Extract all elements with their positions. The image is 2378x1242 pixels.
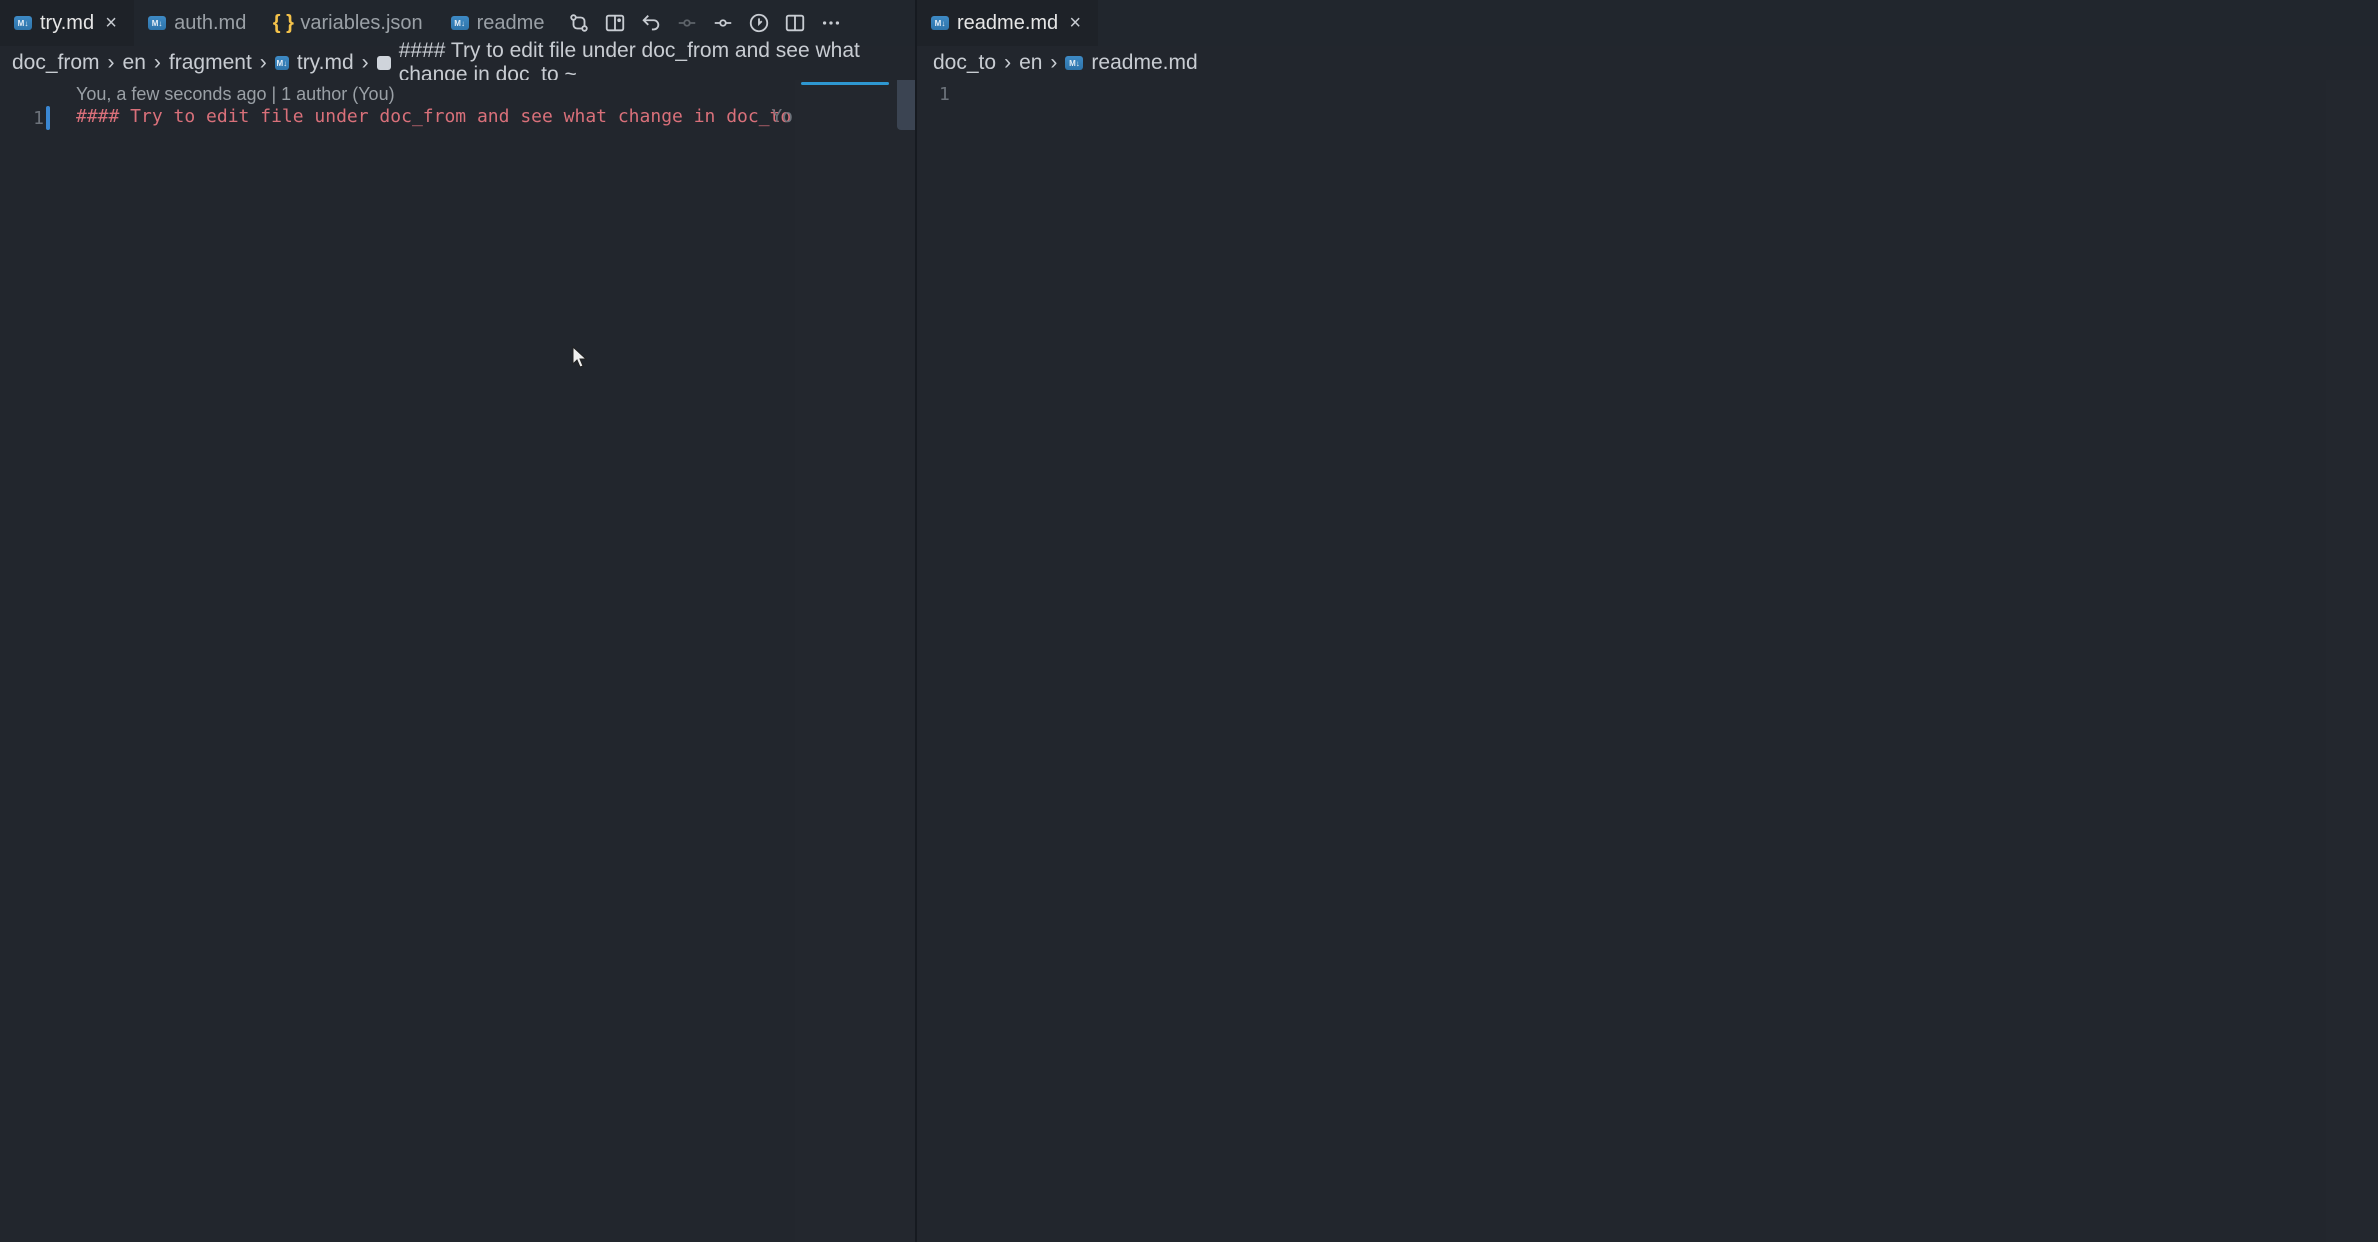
- tab-close-button[interactable]: ×: [1066, 14, 1084, 32]
- tab-label: try.md: [40, 12, 94, 35]
- breadcrumb-segment[interactable]: doc_to: [933, 51, 996, 75]
- tab-label: readme.md: [957, 12, 1058, 35]
- chevron-right-icon: ›: [1050, 51, 1057, 75]
- markdown-icon: M↓: [931, 16, 949, 30]
- undo-icon[interactable]: [640, 12, 662, 34]
- breadcrumb-file[interactable]: try.md: [297, 51, 354, 75]
- breadcrumb-segment[interactable]: en: [123, 51, 146, 75]
- tabbar-right: M↓ readme.md ×: [917, 0, 2378, 46]
- tab-try-md[interactable]: M↓ try.md ×: [0, 0, 134, 46]
- minimap-right[interactable]: [2326, 80, 2378, 1242]
- tab-label: auth.md: [174, 12, 246, 35]
- minimap-left[interactable]: [795, 80, 915, 1242]
- chevron-right-icon: ›: [154, 51, 161, 75]
- line-number: 1: [22, 106, 44, 130]
- editor-right[interactable]: 1: [917, 80, 2378, 1242]
- breadcrumb-right: doc_to › en › M↓ readme.md: [917, 46, 2378, 80]
- markdown-icon: M↓: [148, 16, 166, 30]
- editor-left[interactable]: You, a few seconds ago | 1 author (You) …: [0, 80, 915, 1242]
- git-compare-icon[interactable]: [568, 12, 590, 34]
- heading-symbol-icon: [377, 56, 391, 70]
- gutter-change-marker: [46, 106, 50, 130]
- inline-blame-hint: Yo: [771, 106, 793, 127]
- breadcrumb-segment[interactable]: doc_from: [12, 51, 100, 75]
- tab-label: variables.json: [300, 12, 422, 35]
- chevron-right-icon: ›: [260, 51, 267, 75]
- gitlens-blame-annotation: You, a few seconds ago | 1 author (You): [76, 84, 395, 105]
- breadcrumb-left: doc_from › en › fragment › M↓ try.md › #…: [0, 46, 915, 80]
- commit-next-icon[interactable]: [712, 12, 734, 34]
- tab-auth-md[interactable]: M↓ auth.md: [134, 0, 260, 46]
- chevron-right-icon: ›: [108, 51, 115, 75]
- commit-prev-icon[interactable]: [676, 12, 698, 34]
- line-number-gutter: 1: [22, 106, 44, 130]
- editor-group-left: M↓ try.md × M↓ auth.md { } variables.jso…: [0, 0, 915, 1242]
- markdown-icon: M↓: [275, 56, 289, 70]
- json-icon: { }: [274, 14, 292, 32]
- tab-readme-md[interactable]: M↓ readme.md ×: [917, 0, 1098, 46]
- tab-label: readme: [477, 12, 545, 35]
- more-actions-icon[interactable]: [820, 12, 842, 34]
- split-editor-icon[interactable]: [784, 12, 806, 34]
- editor-group-right: M↓ readme.md × doc_to › en › M↓ readme.m…: [917, 0, 2378, 1242]
- tab-close-button[interactable]: ×: [102, 14, 120, 32]
- minimap-content-indicator: [801, 82, 889, 85]
- code-line[interactable]: #### Try to edit file under doc_from and…: [76, 106, 813, 127]
- editor-toolbar: [558, 12, 852, 34]
- breadcrumb-segment[interactable]: en: [1019, 51, 1042, 75]
- markdown-icon: M↓: [14, 16, 32, 30]
- minimap-viewport[interactable]: [897, 80, 915, 130]
- markdown-icon: M↓: [451, 16, 469, 30]
- breadcrumb-segment[interactable]: fragment: [169, 51, 252, 75]
- markdown-icon: M↓: [1065, 56, 1083, 70]
- line-number: 1: [939, 84, 950, 105]
- chevron-right-icon: ›: [362, 51, 369, 75]
- run-icon[interactable]: [748, 12, 770, 34]
- chevron-right-icon: ›: [1004, 51, 1011, 75]
- breadcrumb-file[interactable]: readme.md: [1091, 51, 1197, 75]
- open-preview-icon[interactable]: [604, 12, 626, 34]
- line-number-gutter: 1: [939, 84, 950, 105]
